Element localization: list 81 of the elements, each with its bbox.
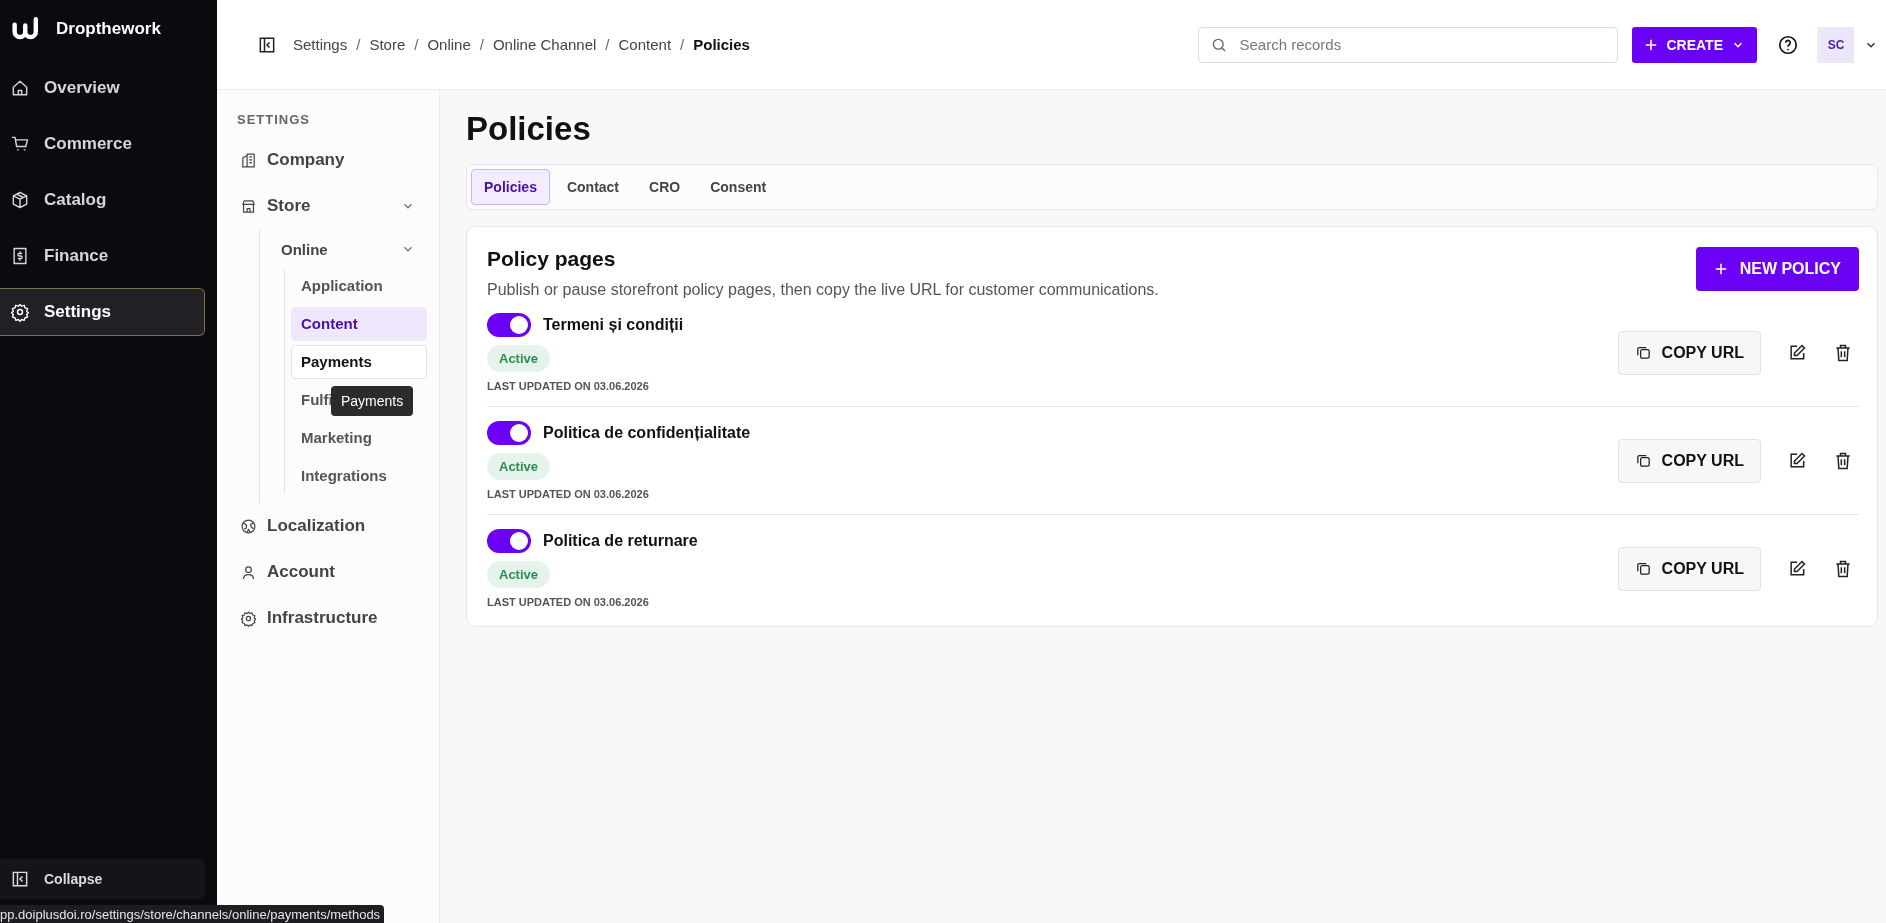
last-updated: LAST UPDATED ON 03.06.2026 <box>487 380 649 392</box>
breadcrumb-separator: / <box>680 36 685 53</box>
search-field[interactable]: Search records <box>1198 26 1619 63</box>
nav-item[interactable]: Settings <box>0 288 205 336</box>
plus-icon <box>1644 37 1659 52</box>
breadcrumb-separator: / <box>414 36 419 53</box>
trash-icon[interactable] <box>1833 558 1853 579</box>
nav-item[interactable]: Overview <box>0 64 205 112</box>
tab[interactable]: Contact <box>553 169 633 205</box>
store-icon <box>240 197 257 215</box>
submenu-item[interactable]: Marketing <box>291 421 377 455</box>
submenu-item[interactable]: Integrations <box>291 459 392 493</box>
submenu-item[interactable]: Payments <box>291 345 427 379</box>
globe-icon <box>240 517 257 535</box>
home-icon <box>10 78 30 98</box>
toggle-switch[interactable] <box>487 313 531 337</box>
edit-icon[interactable] <box>1787 558 1807 579</box>
plus-icon <box>1713 262 1728 276</box>
last-updated: LAST UPDATED ON 03.06.2026 <box>487 488 649 500</box>
user-icon <box>240 563 257 581</box>
policy-name: Politica de confidențialitate <box>543 424 751 442</box>
copy-url-button[interactable]: COPY URL <box>1617 546 1761 591</box>
last-updated: LAST UPDATED ON 03.06.2026 <box>487 596 649 608</box>
new-policy-button[interactable]: NEW POLICY <box>1695 247 1859 291</box>
sidebar-toggle-icon <box>10 869 30 889</box>
menu-item[interactable]: Store <box>237 183 427 229</box>
copy-icon <box>1634 344 1652 361</box>
edit-icon[interactable] <box>1787 450 1807 471</box>
tab[interactable]: Policies <box>471 169 550 205</box>
card-description: Publish or pause storefront policy pages, then copy the live URL for customer communications. <box>487 281 1159 299</box>
menu-item[interactable]: Infrastructure <box>237 595 427 641</box>
group-item[interactable]: Online <box>260 229 427 269</box>
trash-icon[interactable] <box>1833 450 1853 471</box>
breadcrumb-separator: / <box>605 36 610 53</box>
nav-item[interactable]: Finance <box>0 232 205 280</box>
status-badge: Active <box>487 345 551 372</box>
policy-name: Politica de returnare <box>543 532 698 550</box>
status-badge: Active <box>487 453 551 480</box>
breadcrumb-separator: / <box>479 36 484 53</box>
menu-item[interactable]: Company <box>237 137 427 183</box>
cart-icon <box>10 134 30 154</box>
gear-icon <box>10 302 30 322</box>
menu-item[interactable]: Localization <box>237 503 427 549</box>
breadcrumb-link[interactable]: Settings <box>293 36 348 53</box>
status-badge: Active <box>487 561 551 588</box>
app-name: Dropthework <box>56 19 161 39</box>
help-icon[interactable] <box>1777 33 1799 56</box>
breadcrumb-link[interactable]: Policies <box>693 36 750 53</box>
policy-name: Termeni și condiții <box>543 316 684 334</box>
copy-url-button[interactable]: COPY URL <box>1617 438 1761 483</box>
breadcrumb-link[interactable]: Store <box>369 36 406 53</box>
page-title: Policies <box>466 110 592 149</box>
gear-icon <box>240 609 257 627</box>
edit-icon[interactable] <box>1787 342 1807 363</box>
breadcrumb-link[interactable]: Content <box>618 36 672 53</box>
copy-url-button[interactable]: COPY URL <box>1617 330 1761 375</box>
breadcrumb-link[interactable]: Online Channel <box>492 36 597 53</box>
trash-icon[interactable] <box>1833 342 1853 363</box>
toggle-switch[interactable] <box>487 421 531 445</box>
submenu-item[interactable]: Content <box>291 307 427 341</box>
tooltip: Payments <box>331 386 414 416</box>
box-icon <box>10 190 30 210</box>
dollar-icon <box>10 246 30 266</box>
breadcrumb-link[interactable]: Online <box>427 36 471 53</box>
copy-icon <box>1634 452 1652 469</box>
create-button[interactable]: CREATE <box>1632 26 1757 63</box>
user-avatar[interactable]: SC <box>1818 26 1854 63</box>
breadcrumb-separator: / <box>356 36 361 53</box>
menu-item[interactable]: Account <box>237 549 427 595</box>
building-icon <box>240 151 257 169</box>
card-title: Policy pages <box>487 247 617 271</box>
toggle-switch[interactable] <box>487 529 531 553</box>
collapse-button[interactable]: Collapse <box>0 859 205 899</box>
copy-icon <box>1634 560 1652 577</box>
submenu-item[interactable]: Application <box>291 269 388 303</box>
status-url: pp.doiplusdoi.ro/settings/store/channels/online/payments/methods <box>0 905 385 923</box>
tab[interactable]: Consent <box>697 169 780 205</box>
section-heading: SETTINGS <box>237 112 311 127</box>
nav-item[interactable]: Commerce <box>0 120 205 168</box>
nav-item[interactable]: Catalog <box>0 176 205 224</box>
tab[interactable]: CRO <box>636 169 694 205</box>
